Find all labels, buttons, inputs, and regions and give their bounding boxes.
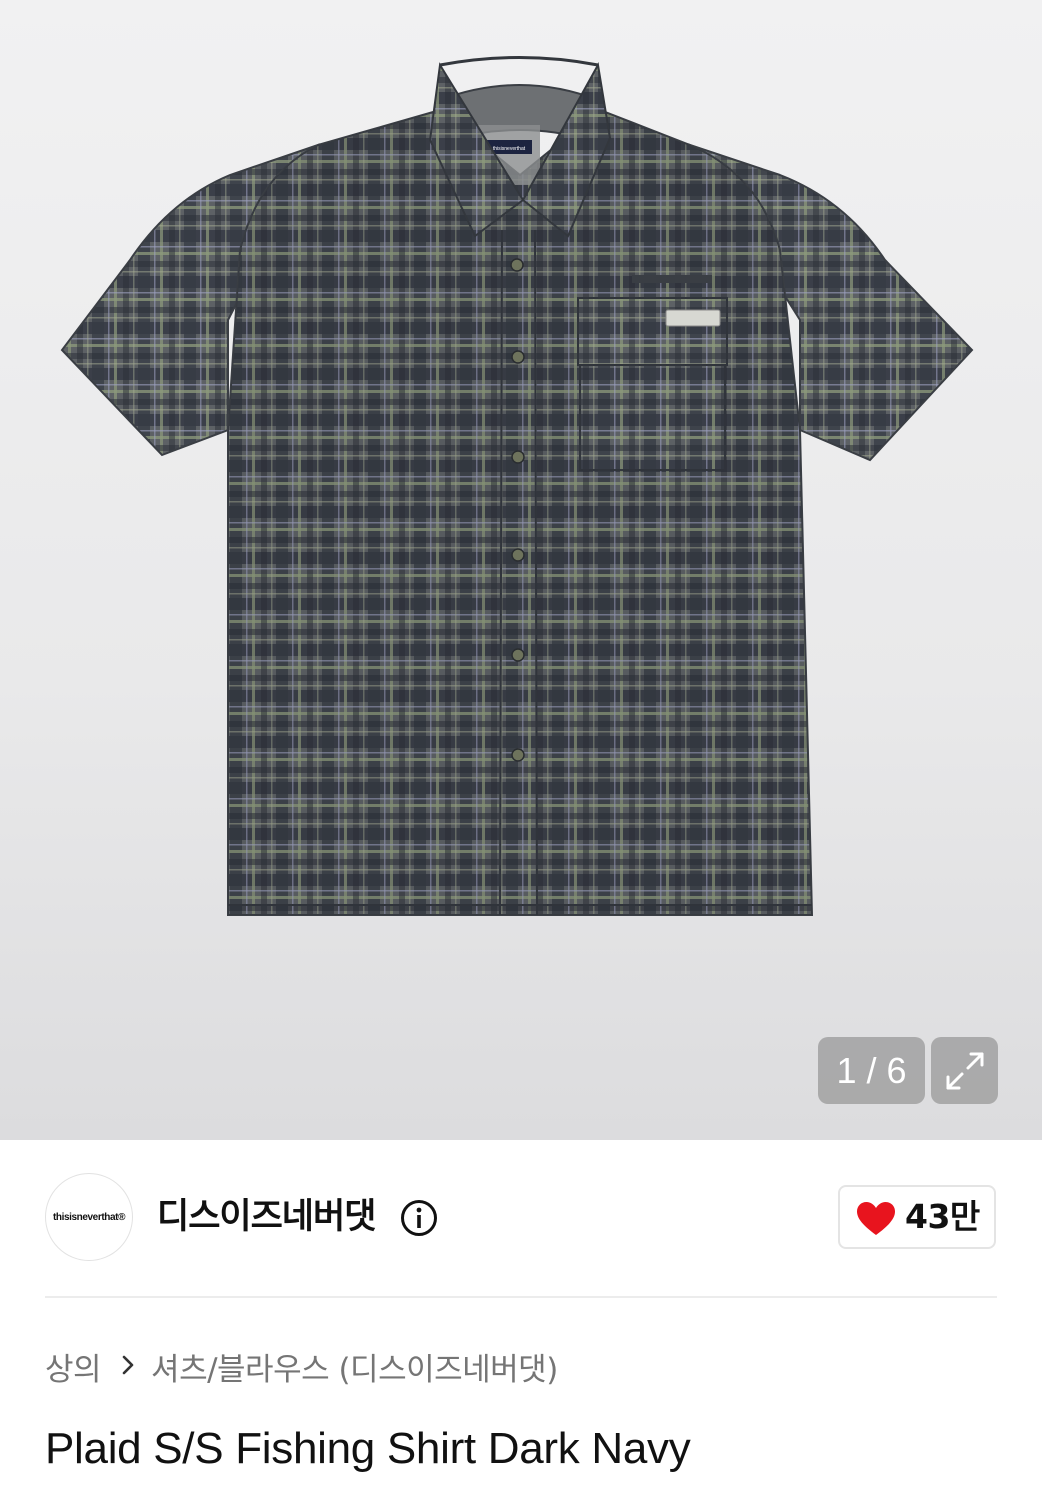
- brand-row: thisisneverthat® 디스이즈네버댓 43만: [0, 1140, 1042, 1297]
- expand-image-button[interactable]: [931, 1037, 998, 1104]
- breadcrumb: 상의 셔츠/블라우스 (디스이즈네버댓): [45, 1342, 558, 1390]
- info-circle-icon[interactable]: [400, 1199, 438, 1237]
- like-button[interactable]: 43만: [838, 1185, 996, 1249]
- heart-icon: [857, 1202, 895, 1235]
- product-image-gallery[interactable]: thisisneverthat 1 / 6: [0, 0, 1042, 1140]
- brand-logo-text: thisisneverthat®: [52, 1211, 126, 1223]
- breadcrumb-category[interactable]: 상의: [45, 1344, 102, 1389]
- brand-name[interactable]: 디스이즈네버댓: [157, 1192, 376, 1242]
- brand-logo[interactable]: thisisneverthat®: [45, 1173, 133, 1261]
- neck-label-logo: thisisneverthat: [493, 146, 526, 152]
- breadcrumb-subcategory[interactable]: 셔츠/블라우스 (디스이즈네버댓): [151, 1344, 558, 1389]
- like-count: 43만: [905, 1197, 980, 1236]
- image-counter: 1 / 6: [818, 1037, 925, 1104]
- expand-arrows-icon: [946, 1052, 984, 1090]
- product-image[interactable]: thisisneverthat: [0, 0, 1042, 1140]
- product-title: Plaid S/S Fishing Shirt Dark Navy: [45, 1424, 691, 1473]
- chevron-right-icon: [121, 1348, 135, 1384]
- divider: [45, 1296, 997, 1298]
